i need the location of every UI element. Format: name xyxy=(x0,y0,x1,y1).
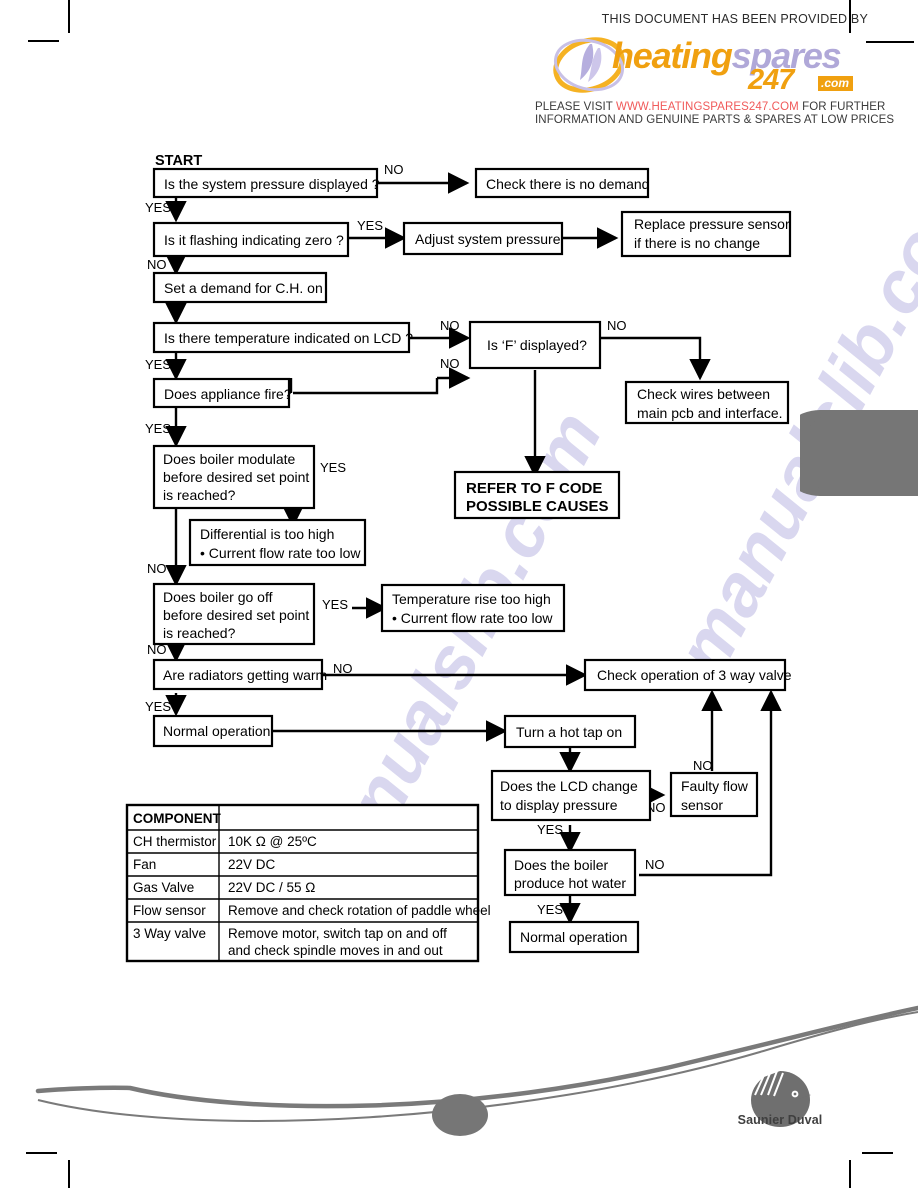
start-label: START xyxy=(155,153,202,169)
table-row-3-value: Remove and check rotation of paddle whee… xyxy=(228,903,491,918)
edge-label-yes-3: YES xyxy=(145,357,171,372)
node-check-wires-l1: Check wires between xyxy=(637,386,770,402)
node-pressure-displayed: Is the system pressure displayed ? xyxy=(164,176,380,192)
table-header-component: COMPONENT xyxy=(133,811,222,826)
table-row-3-name: Flow sensor xyxy=(133,903,206,918)
node-boiler-off-l2: before desired set point xyxy=(163,607,309,623)
saunier-duval-brand-name: Saunier Duval xyxy=(737,1113,823,1127)
edge-label-no-8: NO xyxy=(333,661,353,676)
node-flashing-zero: Is it flashing indicating zero ? xyxy=(164,232,344,248)
table-row-1-value: 22V DC xyxy=(228,857,276,872)
node-replace-sensor-l1: Replace pressure sensor xyxy=(634,216,790,232)
edge-label-no-5: NO xyxy=(607,318,627,333)
crop-mark-top-left-h xyxy=(28,40,59,42)
table-row-0-value: 10K Ω @ 25ºC xyxy=(228,834,317,849)
edge-label-yes-6: YES xyxy=(322,597,348,612)
logo-247-text: 247 xyxy=(748,64,794,96)
promo-line-1: PLEASE VISIT WWW.HEATINGSPARES247.COM FO… xyxy=(535,101,885,113)
edge-label-yes-4: YES xyxy=(145,421,171,436)
logo-heating-text: heating xyxy=(612,35,733,76)
node-boiler-off-l3: is reached? xyxy=(163,625,236,641)
node-check-no-demand: Check there is no demand xyxy=(486,176,649,192)
node-check-wires-l2: main pcb and interface. xyxy=(637,405,783,421)
table-row-4-value2: and check spindle moves in and out xyxy=(228,943,443,958)
node-normal-operation-2: Normal operation xyxy=(520,929,627,945)
component-table: COMPONENT CH thermistor 10K Ω @ 25ºC Fan… xyxy=(125,803,491,963)
node-refer-f-code-l1: REFER TO F CODE xyxy=(466,480,602,497)
promo-visit-text: PLEASE VISIT xyxy=(535,101,616,113)
node-appliance-fire: Does appliance fire? xyxy=(164,386,292,402)
page-edge-tab xyxy=(800,410,918,496)
document-page: THIS DOCUMENT HAS BEEN PROVIDED BY heati… xyxy=(0,0,918,1188)
node-radiators-warm: Are radiators getting warm xyxy=(163,667,327,683)
edge-label-yes-5: YES xyxy=(320,460,346,475)
promo-further-text: FOR FURTHER xyxy=(798,101,886,113)
node-modulate-l2: before desired set point xyxy=(163,469,309,485)
node-temp-rise-l1: Temperature rise too high xyxy=(392,591,551,607)
heatingspares247-logo: heatingspares 247 .com xyxy=(550,34,870,96)
logo-com-badge: .com xyxy=(818,76,854,92)
node-replace-sensor-l2: if there is no change xyxy=(634,235,760,251)
promo-banner: THIS DOCUMENT HAS BEEN PROVIDED BY heati… xyxy=(520,12,894,126)
node-differential-l1: Differential is too high xyxy=(200,526,334,542)
table-row-0-name: CH thermistor xyxy=(133,834,217,849)
edge-label-yes-7: YES xyxy=(145,699,171,714)
node-check-3way-valve: Check operation of 3 way valve xyxy=(597,667,792,683)
edge-label-yes-2: YES xyxy=(357,218,383,233)
header-rule xyxy=(866,41,914,43)
node-f-displayed: Is ‘F’ displayed? xyxy=(487,337,587,353)
promo-headline: THIS DOCUMENT HAS BEEN PROVIDED BY xyxy=(601,12,868,26)
node-boiler-off-l1: Does boiler go off xyxy=(163,589,273,605)
edge-label-yes-8: YES xyxy=(537,822,563,837)
node-adjust-pressure: Adjust system pressure xyxy=(415,231,561,247)
edge-label-no-11: NO xyxy=(645,857,665,872)
edge-label-yes-1: YES xyxy=(145,200,171,215)
edge-label-no-10: NO xyxy=(693,758,713,773)
edge-label-no-3: NO xyxy=(440,318,460,333)
edge-label-yes-9: YES xyxy=(537,902,563,917)
promo-line-2: INFORMATION AND GENUINE PARTS & SPARES A… xyxy=(535,114,895,126)
logo-wordmark: heatingspares xyxy=(612,35,842,76)
troubleshooting-flowchart: NO YES YES NO NO NO NO YES YES YES NO YE… xyxy=(125,153,792,963)
edge-label-no-1: NO xyxy=(384,162,404,177)
node-faulty-flow-l1: Faulty flow xyxy=(681,778,749,794)
table-row-1-name: Fan xyxy=(133,857,156,872)
edge-label-no-2: NO xyxy=(147,257,167,272)
node-faulty-flow-sensor: sensor xyxy=(681,797,723,813)
crop-mark-top-left-v xyxy=(68,0,70,33)
node-produce-hot-water-l1: Does the boiler xyxy=(514,857,609,873)
promo-url[interactable]: WWW.HEATINGSPARES247.COM xyxy=(616,101,799,113)
node-set-demand-ch: Set a demand for C.H. on xyxy=(164,280,323,296)
node-modulate-l1: Does boiler modulate xyxy=(163,451,296,467)
node-refer-f-code-l2: POSSIBLE CAUSES xyxy=(466,498,609,515)
table-row-2-name: Gas Valve xyxy=(133,880,194,895)
node-differential-l2: • Current flow rate too low xyxy=(200,545,361,561)
node-lcd-change-l2: to display pressure xyxy=(500,797,618,813)
table-row-4-value: Remove motor, switch tap on and off xyxy=(228,926,447,941)
node-temp-rise-l2: • Current flow rate too low xyxy=(392,610,553,626)
node-turn-hot-tap: Turn a hot tap on xyxy=(516,724,622,740)
table-row-2-value: 22V DC / 55 Ω xyxy=(228,880,315,895)
edge-label-no-6: NO xyxy=(147,561,167,576)
node-lcd-change-l1: Does the LCD change xyxy=(500,778,638,794)
node-produce-hot-water-l2: produce hot water xyxy=(514,875,626,891)
node-normal-operation-1: Normal operation xyxy=(163,723,270,739)
edge-label-no-4: NO xyxy=(440,356,460,371)
node-temp-on-lcd: Is there temperature indicated on LCD ? xyxy=(164,330,413,346)
table-row-4-name: 3 Way valve xyxy=(133,926,206,941)
node-modulate-l3: is reached? xyxy=(163,487,236,503)
